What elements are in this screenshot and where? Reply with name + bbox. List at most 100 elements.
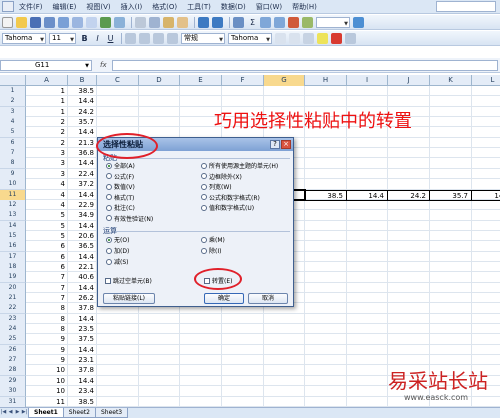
chart-wizard-icon[interactable]: [288, 16, 299, 28]
italic-button[interactable]: I: [92, 33, 103, 44]
cell-a9[interactable]: 3: [26, 169, 68, 180]
cell-a20[interactable]: 7: [26, 283, 68, 294]
menu-format[interactable]: 格式(O): [147, 3, 182, 11]
cell-b17[interactable]: 14.4: [68, 252, 97, 263]
cell-h11[interactable]: 38.5: [305, 189, 347, 201]
cell-b25[interactable]: 37.5: [68, 334, 97, 345]
row-header-6[interactable]: 6: [0, 137, 26, 149]
cell-b4[interactable]: 35.7: [68, 117, 97, 128]
spelling-icon[interactable]: [100, 16, 111, 28]
cell-b10[interactable]: 37.2: [68, 179, 97, 190]
cell-a8[interactable]: 3: [26, 158, 68, 169]
cell-a24[interactable]: 8: [26, 324, 68, 335]
row-header-18[interactable]: 18: [0, 261, 26, 273]
paste-link-button[interactable]: 粘贴链接(L): [103, 293, 155, 304]
cell-b9[interactable]: 22.4: [68, 169, 97, 180]
column-header-c[interactable]: C: [97, 75, 139, 86]
undo-icon[interactable]: [198, 16, 209, 28]
cell-b3[interactable]: 24.2: [68, 107, 97, 118]
cell-a29[interactable]: 10: [26, 376, 68, 387]
permission-icon[interactable]: [44, 16, 55, 28]
first-sheet-icon[interactable]: |◀: [0, 408, 7, 417]
font-color-icon[interactable]: [331, 32, 342, 44]
paste-option-left-3[interactable]: 数值(V): [106, 182, 135, 191]
radio-button-icon[interactable]: [106, 194, 112, 200]
menu-data[interactable]: 数据(D): [216, 3, 251, 11]
row-header-19[interactable]: 19: [0, 272, 26, 284]
cell-b26[interactable]: 14.4: [68, 345, 97, 356]
radio-button-icon[interactable]: [106, 236, 112, 243]
cell-b13[interactable]: 34.9: [68, 210, 97, 221]
cell-a27[interactable]: 9: [26, 355, 68, 366]
dialog-help-button[interactable]: ?: [270, 140, 280, 149]
cell-b11[interactable]: 14.4: [68, 190, 97, 201]
column-header-k[interactable]: K: [430, 75, 472, 86]
cell-a11[interactable]: 4: [26, 190, 68, 201]
radio-button-icon[interactable]: [201, 247, 207, 254]
underline-button[interactable]: U: [105, 33, 116, 44]
row-header-11[interactable]: 11: [0, 189, 26, 201]
style-font-select[interactable]: Tahoma ▼: [228, 32, 272, 44]
format-painter-icon[interactable]: [177, 16, 188, 28]
row-header-20[interactable]: 20: [0, 282, 26, 294]
column-header-f[interactable]: F: [222, 75, 264, 86]
cell-l11[interactable]: 14.4: [472, 189, 500, 201]
cell-a23[interactable]: 8: [26, 314, 68, 325]
font-name-select[interactable]: Tahoma ▼: [2, 32, 46, 44]
row-header-10[interactable]: 10: [0, 179, 26, 191]
row-header-13[interactable]: 13: [0, 210, 26, 222]
cell-b27[interactable]: 23.1: [68, 355, 97, 366]
cell-b23[interactable]: 14.4: [68, 314, 97, 325]
cell-a12[interactable]: 4: [26, 200, 68, 211]
row-header-15[interactable]: 15: [0, 230, 26, 242]
cell-a3[interactable]: 1: [26, 107, 68, 118]
operation-option-left-2[interactable]: 加(D): [106, 246, 129, 255]
cell-a14[interactable]: 5: [26, 221, 68, 232]
column-header-b[interactable]: B: [68, 75, 97, 86]
ok-button[interactable]: 确定: [204, 293, 244, 304]
cell-a16[interactable]: 6: [26, 241, 68, 252]
sheet-tab-sheet3[interactable]: Sheet3: [94, 408, 129, 418]
paste-option-left-6[interactable]: 有效性验证(N): [106, 214, 153, 223]
radio-button-icon[interactable]: [106, 162, 112, 169]
cell-b1[interactable]: 38.5: [68, 86, 97, 97]
radio-button-icon[interactable]: [201, 236, 207, 243]
radio-button-icon[interactable]: [106, 183, 112, 190]
row-header-25[interactable]: 25: [0, 334, 26, 346]
cell-b18[interactable]: 22.1: [68, 262, 97, 273]
save-icon[interactable]: [30, 16, 41, 28]
row-header-17[interactable]: 17: [0, 251, 26, 263]
cell-b29[interactable]: 14.4: [68, 376, 97, 387]
column-header-l[interactable]: L: [472, 75, 500, 86]
row-header-21[interactable]: 21: [0, 293, 26, 304]
column-header-d[interactable]: D: [139, 75, 180, 86]
cell-b15[interactable]: 20.6: [68, 231, 97, 242]
sort-ascending-icon[interactable]: [260, 16, 271, 28]
row-header-22[interactable]: 22: [0, 303, 26, 315]
paste-option-right-3[interactable]: 列宽(W): [201, 182, 232, 191]
cell-b30[interactable]: 23.4: [68, 386, 97, 397]
operation-option-right-2[interactable]: 除(I): [201, 246, 221, 255]
cell-b31[interactable]: 38.5: [68, 397, 97, 408]
radio-button-icon[interactable]: [201, 204, 207, 211]
cell-i11[interactable]: 14.4: [347, 189, 388, 201]
cell-a21[interactable]: 7: [26, 293, 68, 304]
operation-option-right-1[interactable]: 乘(M): [201, 235, 225, 244]
sheet-tab-sheet1[interactable]: Sheet1: [28, 408, 64, 418]
row-header-1[interactable]: 1: [0, 86, 26, 97]
cell-a7[interactable]: 3: [26, 148, 68, 159]
cell-b6[interactable]: 21.3: [68, 138, 97, 149]
row-header-16[interactable]: 16: [0, 241, 26, 253]
row-header-31[interactable]: 31: [0, 396, 26, 407]
radio-button-icon[interactable]: [201, 173, 207, 179]
radio-button-icon[interactable]: [106, 215, 112, 221]
paste-option-right-5[interactable]: 值和数字格式(U): [201, 203, 254, 212]
align-left-icon[interactable]: [125, 32, 136, 44]
radio-button-icon[interactable]: [106, 258, 112, 265]
formula-input[interactable]: [112, 60, 498, 71]
print-icon[interactable]: [72, 16, 83, 28]
indent-icon[interactable]: [275, 32, 286, 44]
column-header-g[interactable]: G: [264, 75, 305, 86]
menu-insert[interactable]: 插入(I): [116, 3, 148, 11]
cell-b19[interactable]: 40.6: [68, 272, 97, 283]
